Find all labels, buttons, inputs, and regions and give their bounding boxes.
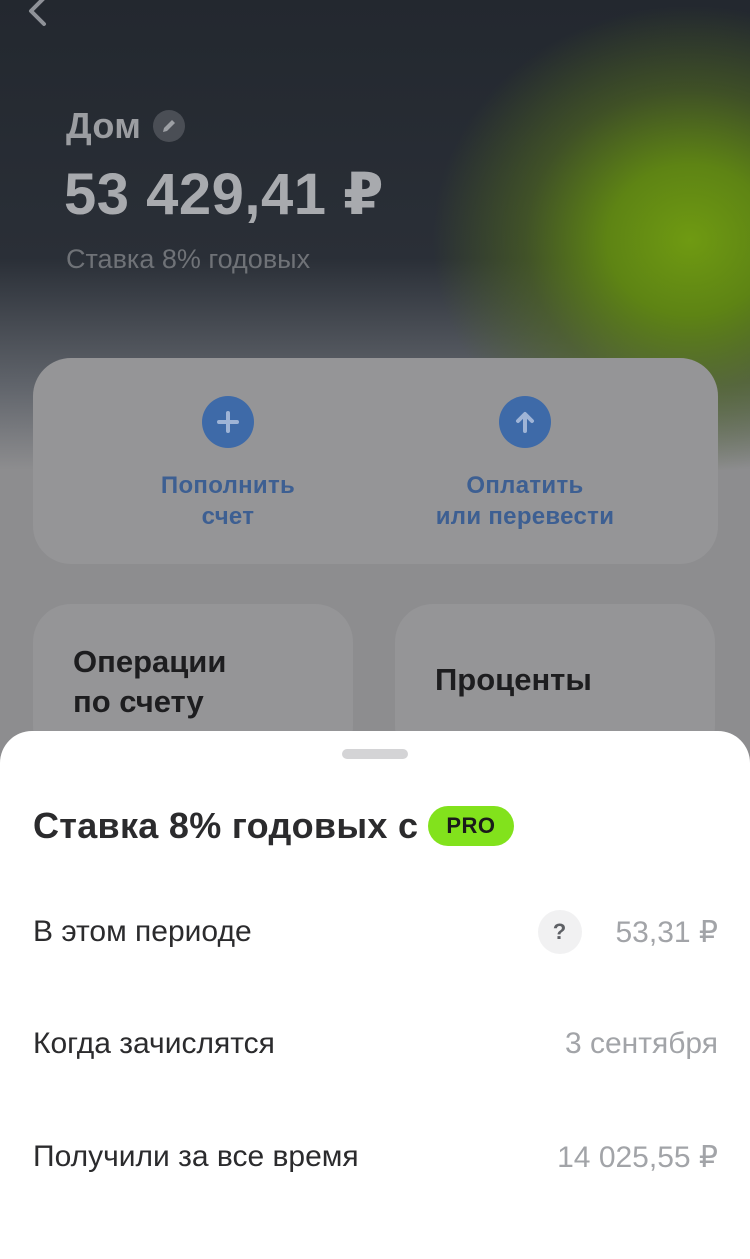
payout-date-label: Когда зачислятся xyxy=(33,1027,275,1060)
back-button[interactable] xyxy=(20,0,56,30)
total-received-label: Получили за все время xyxy=(33,1140,359,1173)
edit-name-button[interactable] xyxy=(153,110,186,142)
period-value: 53,31 ₽ xyxy=(615,915,719,949)
account-rate[interactable]: Ставка 8% годовых xyxy=(66,244,310,275)
arrow-up-icon xyxy=(499,396,551,448)
total-received-value: 14 025,55 ₽ xyxy=(557,1140,718,1174)
plus-icon xyxy=(202,396,254,448)
pay-label-line1: Оплатить xyxy=(466,472,584,499)
sheet-title: Ставка 8% годовых с xyxy=(33,805,419,846)
period-row: В этом периоде ? 53,31 ₽ xyxy=(33,902,718,962)
pro-badge: PRO xyxy=(428,806,514,846)
pay-or-transfer-button[interactable]: Оплатить или перевести xyxy=(395,396,655,532)
pencil-icon xyxy=(163,120,176,132)
sheet-title-row: Ставка 8% годовых с PRO xyxy=(33,805,514,847)
top-up-button[interactable]: Пополнить счет xyxy=(98,396,358,532)
pay-label-line2: или перевести xyxy=(435,503,615,530)
chevron-left-icon xyxy=(29,0,46,26)
period-label: В этом периоде xyxy=(33,915,252,948)
interest-bottom-sheet: Ставка 8% годовых с PRO В этом периоде ?… xyxy=(0,731,750,1259)
account-name-row: Дом xyxy=(66,105,186,147)
question-icon[interactable]: ? xyxy=(537,910,582,954)
pay-label: Оплатить или перевести xyxy=(395,470,655,532)
operations-label-line2: по счету xyxy=(73,684,204,719)
top-up-label-line1: Пополнить xyxy=(160,472,296,499)
payout-date-value: 3 сентября xyxy=(564,1027,718,1060)
sheet-grabber[interactable] xyxy=(342,749,408,759)
top-up-label-line2: счет xyxy=(201,503,255,530)
screen: Дом 53 429,41 ₽ Ставка 8% годовых Пополн… xyxy=(0,0,750,1259)
payout-date-row: Когда зачислятся 3 сентября xyxy=(33,1014,718,1074)
interest-label: Проценты xyxy=(435,662,592,697)
operations-label: Операции по счету xyxy=(73,642,226,722)
period-right: ? 53,31 ₽ xyxy=(537,910,719,954)
total-received-row: Получили за все время 14 025,55 ₽ xyxy=(33,1127,718,1187)
top-up-label: Пополнить счет xyxy=(98,470,358,532)
account-name: Дом xyxy=(66,105,142,146)
quick-actions-card: Пополнить счет Оплатить или перевести xyxy=(33,358,718,564)
operations-label-line1: Операции xyxy=(73,644,227,679)
account-balance: 53 429,41 ₽ xyxy=(64,162,384,227)
